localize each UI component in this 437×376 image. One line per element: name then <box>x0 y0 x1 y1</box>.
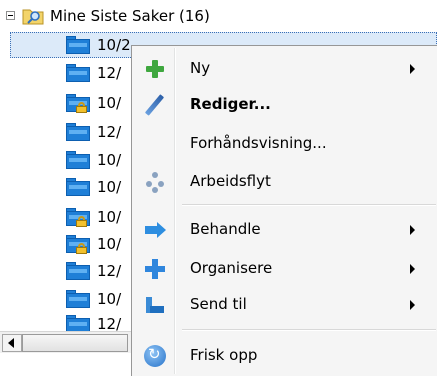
collapse-toggle[interactable] <box>6 11 15 20</box>
tree-item[interactable]: 10/2 <box>66 33 131 57</box>
refresh-icon <box>144 345 166 367</box>
tree-item-label: 10/ <box>97 208 122 226</box>
folder-icon <box>66 36 90 54</box>
tree-item[interactable]: 10/ <box>66 287 121 311</box>
tree-item-label: 10/ <box>97 178 122 196</box>
tree-item[interactable]: 10/ <box>66 148 121 172</box>
lock-icon <box>76 243 87 254</box>
menu-item-organisere[interactable]: Organisere <box>134 252 436 286</box>
folder-icon <box>66 178 90 196</box>
tree-item[interactable]: 12/ <box>66 61 121 85</box>
menu-item-label: Send til <box>190 295 247 313</box>
tree-item[interactable]: 10/ <box>66 205 121 229</box>
lock-icon <box>76 216 87 227</box>
tree-item-label: 10/2 <box>97 36 131 54</box>
tree-item-label: 12/ <box>97 262 122 280</box>
locked-folder-icon <box>66 235 90 254</box>
tree-item-label: 10/ <box>97 290 122 308</box>
submenu-arrow-icon <box>410 64 415 74</box>
lock-icon <box>76 102 87 113</box>
tree-item[interactable]: 10/ <box>66 175 121 199</box>
tree-item[interactable]: 12/ <box>66 120 121 144</box>
menu-item-send-til[interactable]: Send til <box>134 288 436 322</box>
folder-icon <box>66 64 90 82</box>
menu-item-label: Behandle <box>190 220 261 238</box>
chevron-left-icon <box>8 338 14 348</box>
tree-item-label: 12/ <box>97 123 122 141</box>
plus-icon <box>144 58 166 80</box>
menu-item-label: Ny <box>190 59 211 77</box>
menu-item-label: Forhåndsvisning... <box>190 134 327 152</box>
pencil-icon <box>144 94 166 116</box>
menu-item-forhandsvisning[interactable]: Forhåndsvisning... <box>134 127 436 161</box>
tree-item[interactable]: 10/ <box>66 232 121 256</box>
search-folder-icon <box>22 9 44 25</box>
arrow-right-icon <box>144 219 166 241</box>
context-menu: Ny Rediger... Forhåndsvisning... Arbeids… <box>131 45 437 376</box>
tree-item[interactable]: 12/ <box>66 259 121 283</box>
send-to-icon <box>144 294 166 316</box>
menu-separator <box>182 204 436 206</box>
submenu-arrow-icon <box>410 225 415 235</box>
locked-folder-icon <box>66 208 90 227</box>
tree-item-label: 12/ <box>97 64 122 82</box>
tree-item-label: 10/ <box>97 94 122 112</box>
scroll-left-button[interactable] <box>2 334 22 352</box>
menu-item-label: Frisk opp <box>190 346 258 364</box>
menu-separator <box>182 329 436 331</box>
menu-item-label: Arbeidsflyt <box>190 172 271 190</box>
tree-item-label: 10/ <box>97 235 122 253</box>
folder-icon <box>66 151 90 169</box>
folder-icon <box>66 262 90 280</box>
menu-item-label: Organisere <box>190 259 273 277</box>
menu-item-ny[interactable]: Ny <box>134 52 436 86</box>
submenu-arrow-icon <box>410 300 415 310</box>
locked-folder-icon <box>66 94 90 113</box>
folder-icon <box>66 290 90 308</box>
menu-item-frisk-opp[interactable]: Frisk opp <box>134 339 436 373</box>
tree-item[interactable]: 10/ <box>66 91 121 115</box>
menu-item-arbeidsflyt[interactable]: Arbeidsflyt <box>134 165 436 199</box>
menu-item-label: Rediger... <box>190 95 271 113</box>
workflow-icon <box>144 171 166 193</box>
tree-root-label: Mine Siste Saker (16) <box>50 7 210 25</box>
menu-item-behandle[interactable]: Behandle <box>134 213 436 247</box>
folder-icon <box>66 123 90 141</box>
submenu-arrow-icon <box>410 264 415 274</box>
move-arrows-icon <box>144 258 166 280</box>
tree-item-label: 10/ <box>97 151 122 169</box>
scrollbar-thumb[interactable] <box>22 334 128 352</box>
menu-item-rediger[interactable]: Rediger... <box>134 88 436 122</box>
